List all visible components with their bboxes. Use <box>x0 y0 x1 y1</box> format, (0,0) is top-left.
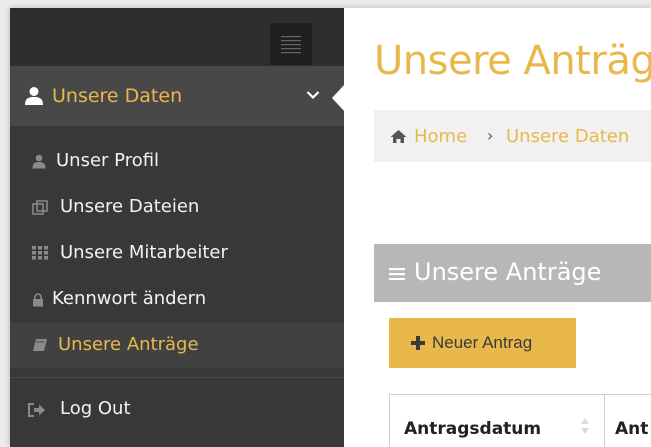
sidebar-item-label: Unsere Dateien <box>60 196 200 217</box>
sidebar-item-unsere-dateien[interactable]: Unsere Dateien <box>10 184 344 230</box>
user-small-icon <box>32 154 46 169</box>
sidebar-topbar <box>10 8 344 66</box>
column-header-label: Ant <box>615 419 649 439</box>
sidebar-section-label: Unsere Daten <box>52 85 183 107</box>
sidebar-item-label: Unsere Mitarbeiter <box>60 242 228 263</box>
column-header-ant[interactable]: Ant <box>605 395 651 447</box>
sort-icon[interactable] <box>580 415 590 437</box>
sidebar-item-unsere-antraege[interactable]: Unsere Anträge <box>10 322 344 368</box>
sidebar: Unsere Daten Unser Profil Unsere Dateien <box>10 8 345 447</box>
logout-label: Log Out <box>60 398 131 419</box>
main-content: Unsere Anträg Home › Unsere Daten Unsere… <box>344 8 651 447</box>
sidebar-item-unsere-mitarbeiter[interactable]: Unsere Mitarbeiter <box>10 230 344 276</box>
sidebar-item-kennwort-aendern[interactable]: Kennwort ändern <box>10 276 344 322</box>
hamburger-icon <box>281 36 301 54</box>
sidebar-item-unser-profil[interactable]: Unser Profil <box>10 138 344 184</box>
page-title: Unsere Anträg <box>374 38 651 84</box>
panel-title: Unsere Anträge <box>414 258 602 286</box>
column-header-antragsdatum[interactable]: Antragsdatum <box>390 395 605 447</box>
sidebar-section-unsere-daten[interactable]: Unsere Daten <box>10 66 344 126</box>
breadcrumb-separator: › <box>487 126 494 145</box>
user-icon <box>25 87 43 105</box>
home-icon <box>390 130 407 143</box>
book-icon <box>33 339 47 351</box>
sidebar-item-label: Kennwort ändern <box>52 288 207 309</box>
column-header-label: Antragsdatum <box>404 419 542 439</box>
panel-header: Unsere Anträge <box>374 244 651 302</box>
logout-link[interactable]: Log Out <box>10 386 344 434</box>
sidebar-item-label: Unsere Anträge <box>58 334 199 355</box>
app-window: Unsere Daten Unser Profil Unsere Dateien <box>10 8 651 447</box>
sign-out-icon <box>28 403 45 417</box>
new-application-button[interactable]: Neuer Antrag <box>389 318 576 368</box>
grid-icon <box>32 246 48 260</box>
sidebar-toggle-button[interactable] <box>270 23 312 65</box>
sidebar-item-label: Unser Profil <box>56 150 160 171</box>
files-icon <box>32 200 48 215</box>
chevron-down-icon[interactable] <box>306 90 320 100</box>
breadcrumb: Home › Unsere Daten <box>374 110 651 162</box>
list-icon <box>389 268 405 280</box>
new-application-label: Neuer Antrag <box>432 333 533 352</box>
breadcrumb-current-link[interactable]: Unsere Daten <box>506 126 629 147</box>
plus-icon <box>411 336 425 350</box>
lock-icon <box>33 293 43 307</box>
sidebar-divider <box>10 377 344 378</box>
breadcrumb-home-link[interactable]: Home <box>414 126 467 147</box>
applications-table: Antragsdatum Ant <box>389 394 651 447</box>
